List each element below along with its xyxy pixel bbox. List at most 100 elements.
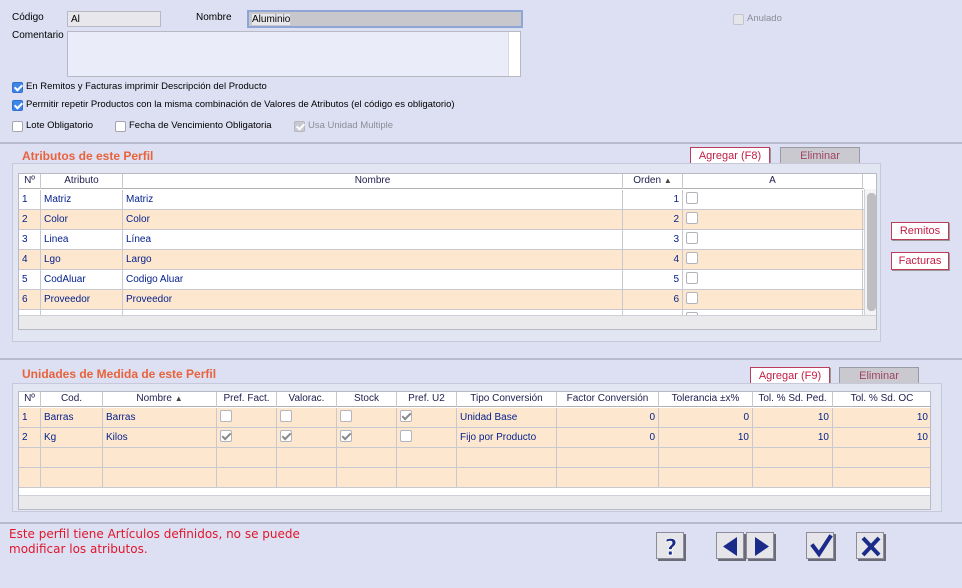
- unidades-hscrollbar[interactable]: [19, 495, 930, 509]
- unidades-grid[interactable]: Nº Cod. Nombre ▲ Pref. Fact. Valorac. St…: [18, 391, 931, 510]
- col-header-orden[interactable]: Orden ▲: [623, 174, 683, 189]
- ucol-header-stock[interactable]: Stock: [337, 392, 397, 407]
- ucell-tipo[interactable]: Fijo por Producto: [457, 428, 557, 448]
- cell-a[interactable]: [683, 250, 863, 270]
- ucol-header-nombre[interactable]: Nombre ▲: [103, 392, 217, 407]
- atributos-grid[interactable]: Nº Atributo Nombre Orden ▲ A 1 Matriz Matr…: [18, 173, 877, 330]
- codigo-field[interactable]: Al: [67, 11, 161, 27]
- atributos-vscrollbar[interactable]: [864, 189, 876, 315]
- cell-nombre[interactable]: Largo: [123, 250, 623, 270]
- table-row[interactable]: 2 Kg Kilos Fijo por Producto 0 10 10 10: [19, 428, 930, 448]
- ucell-pref-fact[interactable]: [217, 428, 277, 448]
- table-row[interactable]: 5 CodAluar Codigo Aluar 5: [19, 270, 864, 290]
- ucol-header-tol-ped[interactable]: Tol. % Sd. Ped.: [753, 392, 833, 407]
- lote-obligatorio-checkbox[interactable]: [12, 121, 23, 132]
- ucell-factor[interactable]: 0: [557, 408, 659, 428]
- imprimir-desc-checkbox[interactable]: [12, 82, 23, 93]
- comentario-scrollbar[interactable]: [508, 32, 520, 76]
- ucell-pref-u2[interactable]: [397, 408, 457, 428]
- valorac-checkbox[interactable]: [280, 409, 292, 422]
- table-row[interactable]: 1 Matriz Matriz 1: [19, 190, 864, 210]
- comentario-textarea[interactable]: [67, 31, 521, 77]
- ucell-valorac[interactable]: [277, 428, 337, 448]
- cell-n[interactable]: 6: [19, 290, 41, 310]
- cell-nombre[interactable]: Color: [123, 210, 623, 230]
- remitos-button[interactable]: Remitos: [891, 222, 949, 240]
- cell-atributo[interactable]: Proveedor: [41, 290, 123, 310]
- stock-checkbox[interactable]: [340, 429, 352, 442]
- cell-a[interactable]: [683, 230, 863, 250]
- col-header-a[interactable]: A: [683, 174, 863, 189]
- help-button[interactable]: ?: [656, 532, 684, 560]
- row-checkbox[interactable]: [686, 271, 698, 284]
- ucol-header-cod[interactable]: Cod.: [41, 392, 103, 407]
- row-checkbox[interactable]: [686, 251, 698, 264]
- valorac-checkbox[interactable]: [280, 429, 292, 442]
- cell-nombre[interactable]: Matriz: [123, 190, 623, 210]
- cell-orden[interactable]: 1: [623, 190, 683, 210]
- ucol-header-pref-fact[interactable]: Pref. Fact.: [217, 392, 277, 407]
- col-header-atributo[interactable]: Atributo: [41, 174, 123, 189]
- cell-orden[interactable]: 6: [623, 290, 683, 310]
- ucell-tol-ped[interactable]: 10: [753, 408, 833, 428]
- row-checkbox[interactable]: [686, 291, 698, 304]
- col-header-n[interactable]: Nº: [19, 174, 41, 189]
- row-checkbox[interactable]: [686, 231, 698, 244]
- ucell-tipo[interactable]: Unidad Base: [457, 408, 557, 428]
- ucell-tol-oc[interactable]: 10: [833, 428, 930, 448]
- ucol-header-factor-conversion[interactable]: Factor Conversión: [557, 392, 659, 407]
- stock-checkbox[interactable]: [340, 409, 352, 422]
- ucell-factor[interactable]: 0: [557, 428, 659, 448]
- pref-fact-checkbox[interactable]: [220, 409, 232, 422]
- fecha-vencimiento-checkbox[interactable]: [115, 121, 126, 132]
- cell-atributo[interactable]: Color: [41, 210, 123, 230]
- cell-orden[interactable]: 3: [623, 230, 683, 250]
- table-row[interactable]: 6 Proveedor Proveedor 6: [19, 290, 864, 310]
- cell-n[interactable]: 5: [19, 270, 41, 290]
- pref-u2-checkbox[interactable]: [400, 429, 412, 442]
- facturas-button[interactable]: Facturas: [891, 252, 949, 270]
- accept-button[interactable]: [806, 532, 834, 559]
- ucell-stock[interactable]: [337, 408, 397, 428]
- cell-orden[interactable]: 4: [623, 250, 683, 270]
- table-row[interactable]: 2 Color Color 2: [19, 210, 864, 230]
- cell-atributo[interactable]: CodAluar: [41, 270, 123, 290]
- ucell-n[interactable]: 2: [19, 428, 41, 448]
- cell-atributo[interactable]: Matriz: [41, 190, 123, 210]
- atributos-vscroll-thumb[interactable]: [867, 193, 876, 311]
- cell-n[interactable]: 2: [19, 210, 41, 230]
- ucell-pref-fact[interactable]: [217, 408, 277, 428]
- pref-fact-checkbox[interactable]: [220, 429, 232, 442]
- cell-orden[interactable]: 2: [623, 210, 683, 230]
- cell-n[interactable]: 4: [19, 250, 41, 270]
- ucol-header-valorac[interactable]: Valorac.: [277, 392, 337, 407]
- ucol-header-tolerancia[interactable]: Tolerancia ±x%: [659, 392, 753, 407]
- nombre-field[interactable]: Aluminio: [247, 10, 523, 28]
- cell-n[interactable]: 1: [19, 190, 41, 210]
- ucell-pref-u2[interactable]: [397, 428, 457, 448]
- cell-orden[interactable]: 5: [623, 270, 683, 290]
- ucell-valorac[interactable]: [277, 408, 337, 428]
- prev-button[interactable]: [716, 532, 744, 559]
- cell-a[interactable]: [683, 290, 863, 310]
- cell-atributo[interactable]: Lgo: [41, 250, 123, 270]
- cancel-button[interactable]: [856, 532, 884, 559]
- ucell-tolerancia[interactable]: 0: [659, 408, 753, 428]
- next-button[interactable]: [746, 532, 774, 559]
- pref-u2-checkbox[interactable]: [400, 409, 412, 422]
- ucol-header-tipo-conversion[interactable]: Tipo Conversión: [457, 392, 557, 407]
- row-checkbox[interactable]: [686, 191, 698, 204]
- ucell-nombre[interactable]: Barras: [103, 408, 217, 428]
- cell-a[interactable]: [683, 190, 863, 210]
- cell-n[interactable]: 3: [19, 230, 41, 250]
- cell-a[interactable]: [683, 270, 863, 290]
- ucell-cod[interactable]: Barras: [41, 408, 103, 428]
- cell-atributo[interactable]: Linea: [41, 230, 123, 250]
- row-checkbox[interactable]: [686, 211, 698, 224]
- col-header-nombre[interactable]: Nombre: [123, 174, 623, 189]
- atributos-hscrollbar[interactable]: [19, 315, 876, 329]
- ucell-tol-ped[interactable]: 10: [753, 428, 833, 448]
- cell-nombre[interactable]: Línea: [123, 230, 623, 250]
- ucell-nombre[interactable]: Kilos: [103, 428, 217, 448]
- cell-nombre[interactable]: Codigo Aluar: [123, 270, 623, 290]
